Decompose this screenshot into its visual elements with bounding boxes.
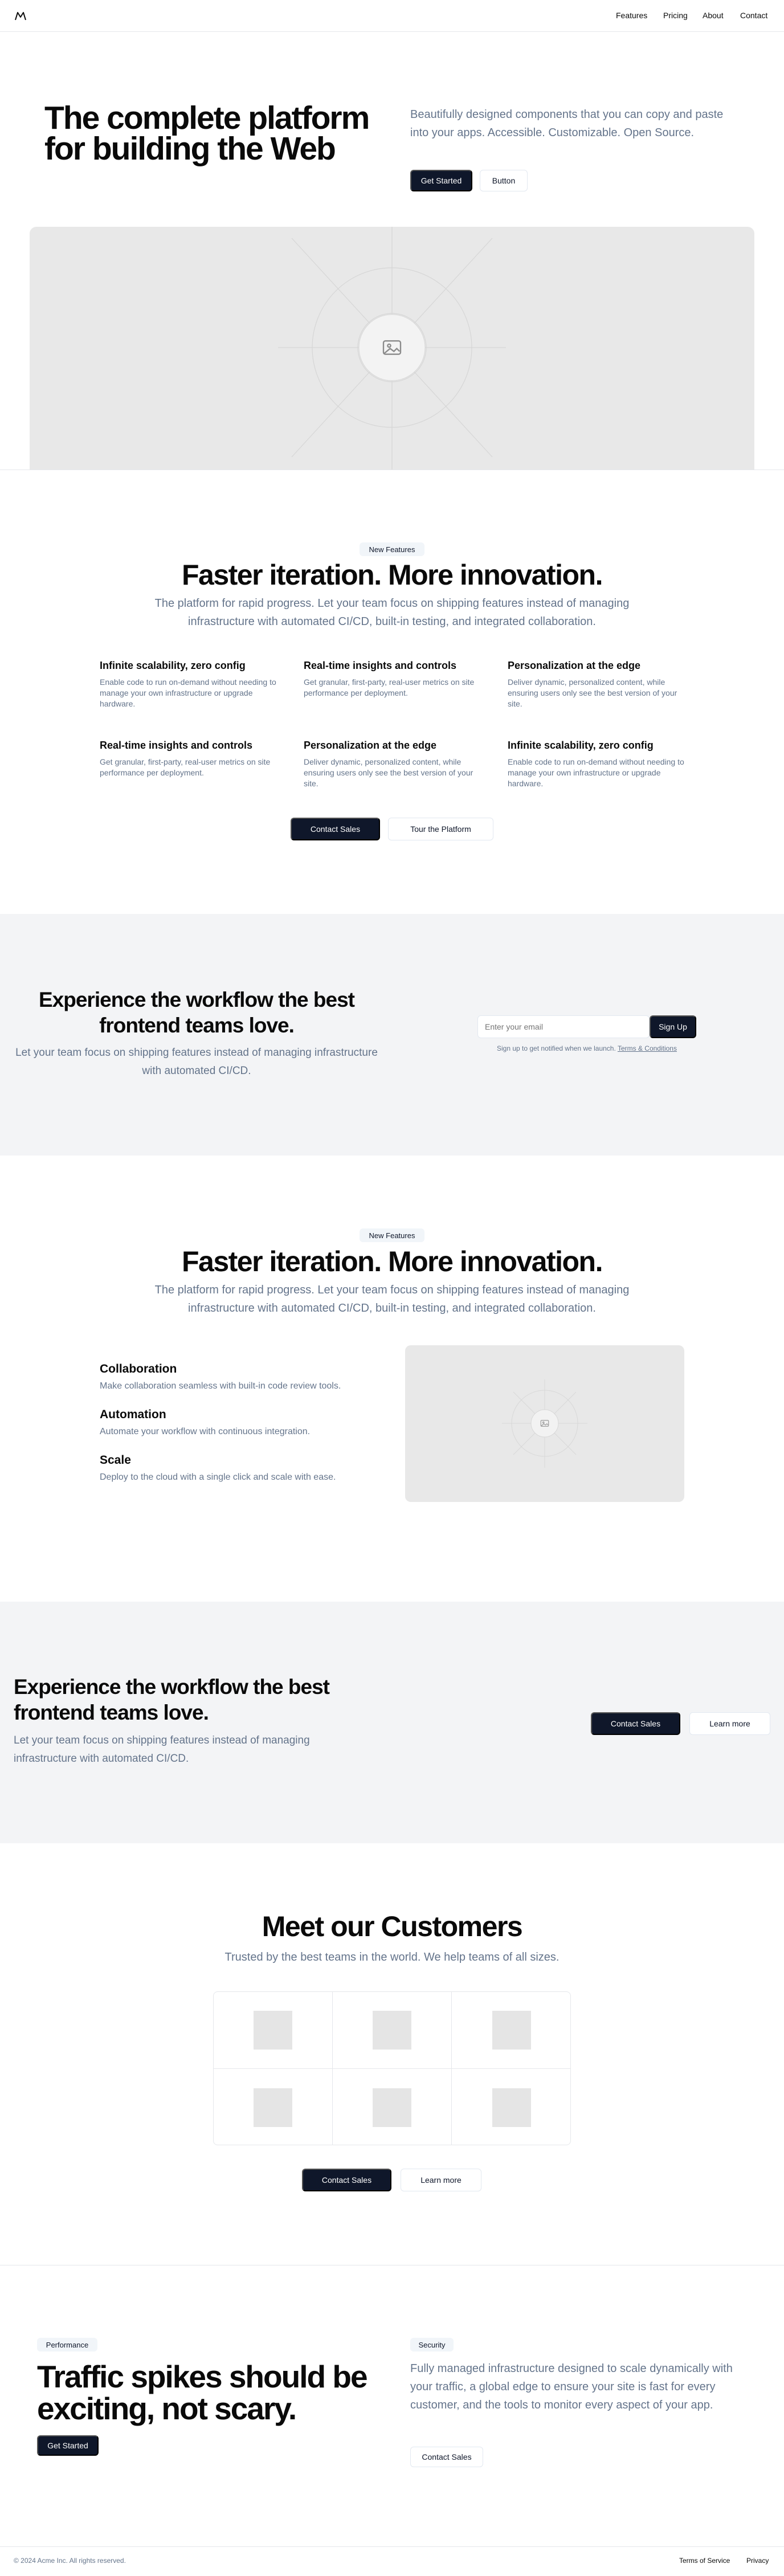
hero-image-placeholder (30, 227, 754, 470)
feature-desc-3: Deliver dynamic, personalized content, w… (508, 677, 677, 708)
customer-logo-5 (373, 2088, 411, 2127)
new-features-badge: New Features (360, 542, 424, 556)
cta-title-line1: Experience the workflow the best (14, 1675, 330, 1699)
new-features-badge-2: New Features (360, 1228, 424, 1242)
logo-icon[interactable] (14, 9, 27, 23)
feature2-desc-1: Make collaboration seamless with built-i… (100, 1381, 341, 1391)
nav-link-features[interactable]: Features (616, 11, 647, 20)
image-icon (381, 336, 403, 359)
nav-link-contact[interactable]: Contact (740, 11, 767, 20)
feature2-title-2: Automation (100, 1408, 166, 1421)
feature-image-placeholder (405, 1345, 684, 1502)
security-badge: Security (410, 2338, 454, 2352)
feature2-desc-3: Deploy to the cloud with a single click … (100, 1472, 336, 1482)
customer-logo-2 (373, 2011, 411, 2050)
features-subtitle: The platform for rapid progress. Let you… (154, 597, 630, 628)
feature-desc-4: Get granular, first-party, real-user met… (100, 757, 271, 777)
signup-note-text: Sign up to get notified when we launch. (497, 1044, 616, 1052)
signup-section: Experience the workflow the best fronten… (0, 914, 784, 1156)
traffic-contact-sales-button[interactable]: Contact Sales (410, 2447, 483, 2467)
hero-get-started-button[interactable]: Get Started (410, 170, 472, 191)
feature-title-1: Infinite scalability, zero config (100, 660, 246, 671)
features2-subtitle: The platform for rapid progress. Let you… (154, 1284, 630, 1314)
traffic-get-started-button[interactable]: Get Started (37, 2435, 99, 2456)
feature2-title-3: Scale (100, 1454, 131, 1467)
traffic-title: Traffic spikes should be exciting, not s… (37, 2361, 402, 2424)
feature2-title-1: Collaboration (100, 1362, 177, 1375)
logo-cell-5 (333, 2069, 452, 2145)
cta-section: Experience the workflow the best fronten… (0, 1602, 784, 1843)
footer-privacy-link[interactable]: Privacy (746, 2557, 769, 2565)
traffic-title-line2: exciting, not scary. (37, 2391, 297, 2426)
traffic-description: Fully managed infrastructure designed to… (410, 2362, 733, 2411)
customers-subtitle: Trusted by the best teams in the world. … (224, 1951, 560, 1963)
customers-title: Meet our Customers (262, 1910, 523, 1942)
customer-logo-3 (492, 2011, 531, 2050)
cta-title: Experience the workflow the best fronten… (14, 1674, 378, 1725)
cta-title-line2: frontend teams love. (14, 1701, 209, 1724)
copyright-text: © 2024 Acme Inc. All rights reserved. (14, 2557, 126, 2565)
customer-logo-6 (492, 2088, 531, 2127)
logo-cell-3 (452, 1992, 570, 2069)
logo-grid (213, 1991, 571, 2145)
performance-badge: Performance (37, 2338, 97, 2352)
nav-divider (0, 31, 784, 32)
feature-title-3: Personalization at the edge (508, 660, 641, 671)
cta-description: Let your team focus on shipping features… (14, 1734, 310, 1765)
traffic-title-line1: Traffic spikes should be (37, 2359, 368, 2394)
nav-link-about[interactable]: About (703, 11, 724, 20)
signup-note: Sign up to get notified when we launch. … (477, 1044, 696, 1052)
signup-description: Let your team focus on shipping features… (15, 1047, 378, 1077)
hero-title: The complete platform for building the W… (44, 102, 409, 167)
customers-learn-more-button[interactable]: Learn more (401, 2169, 481, 2191)
customer-logo-4 (254, 2088, 292, 2127)
feature2-desc-2: Automate your workflow with continuous i… (100, 1427, 311, 1436)
feature-title-2: Real-time insights and controls (304, 660, 457, 671)
tour-platform-button[interactable]: Tour the Platform (388, 818, 493, 840)
feature-desc-6: Enable code to run on-demand without nee… (508, 757, 684, 788)
email-input[interactable] (477, 1015, 650, 1038)
feature-desc-5: Deliver dynamic, personalized content, w… (304, 757, 473, 788)
feature-desc-2: Get granular, first-party, real-user met… (304, 677, 475, 697)
customer-logo-1 (254, 2011, 292, 2050)
cta-contact-sales-button[interactable]: Contact Sales (591, 1712, 680, 1735)
signup-title: Experience the workflow the best fronten… (0, 987, 393, 1038)
feature-desc-1: Enable code to run on-demand without nee… (100, 677, 276, 708)
logo-cell-2 (333, 1992, 452, 2069)
contact-sales-button[interactable]: Contact Sales (291, 818, 380, 840)
footer-terms-link[interactable]: Terms of Service (679, 2557, 730, 2565)
signup-title-line2: frontend teams love. (99, 1014, 295, 1037)
signup-title-line1: Experience the workflow the best (39, 988, 355, 1011)
features2-title: Faster iteration. More innovation. (182, 1246, 603, 1277)
footer-divider (0, 2546, 784, 2547)
customers-contact-sales-button[interactable]: Contact Sales (302, 2169, 391, 2191)
hero-secondary-button[interactable]: Button (480, 170, 528, 191)
cta-learn-more-button[interactable]: Learn more (689, 1712, 770, 1735)
feature-title-4: Real-time insights and controls (100, 740, 253, 751)
hero-title-line2: for building the Web (44, 130, 336, 167)
logo-cell-4 (214, 2069, 333, 2145)
terms-link[interactable]: Terms & Conditions (618, 1044, 677, 1052)
features-title: Faster iteration. More innovation. (182, 559, 603, 591)
feature-title-5: Personalization at the edge (304, 740, 437, 751)
nav-link-pricing[interactable]: Pricing (663, 11, 688, 20)
hero-description: Beautifully designed components that you… (410, 108, 724, 139)
feature-title-6: Infinite scalability, zero config (508, 740, 654, 751)
logo-cell-1 (214, 1992, 333, 2069)
image-icon-2 (540, 1418, 550, 1428)
sign-up-button[interactable]: Sign Up (650, 1015, 696, 1038)
logo-cell-6 (452, 2069, 570, 2145)
